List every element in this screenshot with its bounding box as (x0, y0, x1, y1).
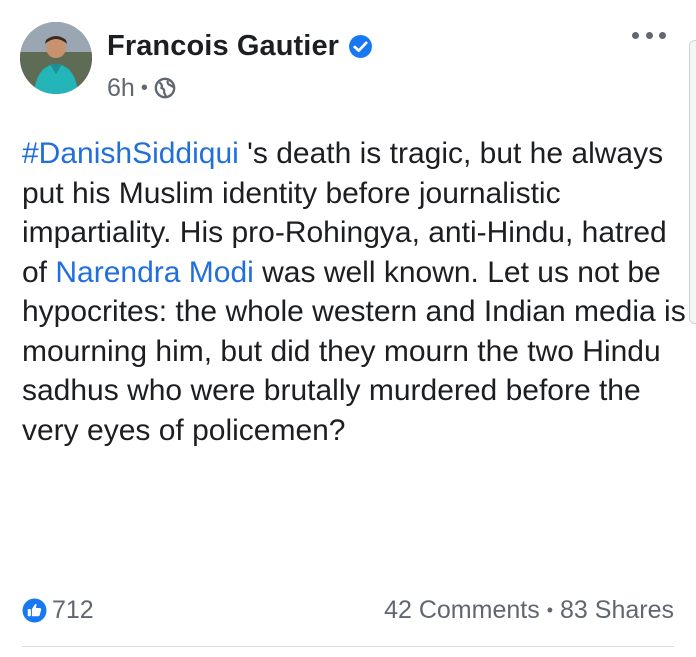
meta-separator: • (140, 76, 148, 99)
facebook-post: Francois Gautier 6h • #DanishSiddiqui 's… (0, 0, 696, 657)
author-avatar[interactable] (20, 22, 92, 94)
engagement-stats: 42 Comments • 83 Shares (384, 596, 674, 625)
more-dot (659, 31, 666, 39)
post-meta: 6h • (107, 72, 176, 104)
post-footer: 712 42 Comments • 83 Shares (22, 590, 674, 630)
like-icon (22, 598, 47, 623)
reactions-summary[interactable]: 712 (22, 596, 94, 625)
post-timestamp[interactable]: 6h (107, 74, 135, 103)
verified-badge-icon (348, 34, 373, 59)
author-name[interactable]: Francois Gautier (107, 30, 339, 63)
mention-link[interactable]: Narendra Modi (55, 256, 253, 289)
comments-count[interactable]: 42 Comments (384, 596, 540, 625)
shares-count[interactable]: 83 Shares (560, 596, 674, 625)
author-line: Francois Gautier (107, 26, 373, 66)
more-options-icon[interactable] (632, 26, 666, 44)
reactions-count: 712 (52, 595, 94, 624)
footer-divider (22, 646, 674, 647)
avatar-photo (20, 22, 92, 94)
post-text: #DanishSiddiqui 's death is tragic, but … (22, 134, 686, 450)
globe-icon[interactable] (154, 77, 176, 99)
more-dot (632, 31, 639, 39)
hashtag-link[interactable]: #DanishSiddiqui (22, 137, 239, 170)
more-dot (645, 31, 653, 39)
scroll-edge (689, 40, 696, 324)
stats-separator: • (546, 599, 554, 620)
